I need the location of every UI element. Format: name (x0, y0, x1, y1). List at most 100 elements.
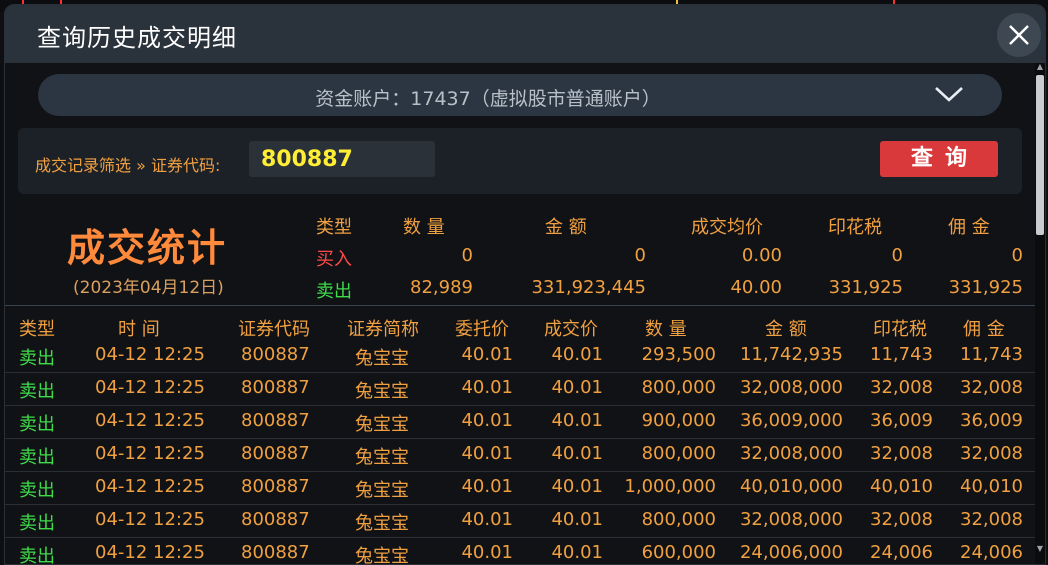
cell-deal-price: 40.01 (551, 509, 603, 530)
table-row[interactable]: 卖出 04-12 12:25 800887 兔宝宝 40.01 40.01 60… (5, 537, 1035, 565)
cell-order-price: 40.01 (461, 509, 513, 530)
column-header-deal-price: 成交价 (544, 319, 598, 340)
cell-fee: 40,010 (960, 476, 1023, 497)
column-header-time: 时 间 (118, 319, 160, 340)
cell-name: 兔宝宝 (355, 546, 409, 565)
cell-name: 兔宝宝 (355, 480, 409, 501)
cell-type: 卖出 (19, 414, 55, 435)
table-row[interactable]: 卖出 04-12 12:25 800887 兔宝宝 40.01 40.01 80… (5, 504, 1035, 538)
column-header-type: 类型 (19, 319, 55, 340)
cell-fee: 32,008 (960, 377, 1023, 398)
cell-tax: 32,008 (870, 509, 933, 530)
section-divider (5, 305, 1035, 306)
cell-name: 兔宝宝 (355, 447, 409, 468)
cell-qty: 800,000 (641, 443, 716, 464)
cell-qty: 800,000 (641, 377, 716, 398)
stats-sell-fee: 331,925 (948, 277, 1023, 298)
cell-time: 04-12 12:25 (95, 509, 205, 530)
cell-code: 800887 (241, 509, 310, 530)
cell-qty: 800,000 (641, 509, 716, 530)
cell-order-price: 40.01 (461, 443, 513, 464)
cell-order-price: 40.01 (461, 410, 513, 431)
cell-amount: 32,008,000 (739, 377, 843, 398)
cell-name: 兔宝宝 (355, 348, 409, 369)
cell-time: 04-12 12:25 (95, 542, 205, 563)
cell-deal-price: 40.01 (551, 542, 603, 563)
account-select-value: 资金账户：17437（虚拟股市普通账户） (315, 88, 661, 110)
cell-tax: 36,009 (870, 410, 933, 431)
cell-name: 兔宝宝 (355, 414, 409, 435)
stats-sell-type: 卖出 (316, 281, 352, 302)
cell-tax: 40,010 (870, 476, 933, 497)
stats-sell-avg: 40.00 (730, 277, 782, 298)
column-header-qty: 数 量 (645, 319, 687, 340)
cell-code: 800887 (241, 476, 310, 497)
scroll-up-arrow-icon[interactable]: ▲ (1036, 63, 1044, 71)
table-row[interactable]: 卖出 04-12 12:25 800887 兔宝宝 40.01 40.01 90… (5, 405, 1035, 439)
scroll-down-arrow-icon[interactable]: ▼ (1036, 545, 1044, 553)
stats-buy-qty: 0 (461, 245, 473, 266)
column-header-order-price: 委托价 (455, 319, 509, 340)
column-header-amount: 金 额 (765, 319, 807, 340)
cell-order-price: 40.01 (461, 377, 513, 398)
cell-time: 04-12 12:25 (95, 344, 205, 365)
cell-fee: 11,743 (960, 344, 1023, 365)
cell-fee: 24,006 (960, 542, 1023, 563)
cell-qty: 900,000 (641, 410, 716, 431)
cell-name: 兔宝宝 (355, 381, 409, 402)
filter-label: 成交记录筛选 » 证券代码: (35, 156, 221, 175)
cell-deal-price: 40.01 (551, 377, 603, 398)
cell-amount: 32,008,000 (739, 443, 843, 464)
cell-tax: 24,006 (870, 542, 933, 563)
cell-type: 卖出 (19, 381, 55, 402)
cell-fee: 32,008 (960, 443, 1023, 464)
column-header-name: 证券简称 (347, 319, 419, 340)
close-button[interactable] (997, 13, 1041, 57)
scrollbar-thumb[interactable] (1036, 75, 1044, 235)
cell-fee: 32,008 (960, 509, 1023, 530)
cell-name: 兔宝宝 (355, 513, 409, 534)
stats-buy-fee: 0 (1011, 245, 1023, 266)
stats-buy-tax: 0 (891, 245, 903, 266)
cell-code: 800887 (241, 344, 310, 365)
table-row[interactable]: 卖出 04-12 12:25 800887 兔宝宝 40.01 40.01 29… (5, 339, 1035, 373)
column-header-fee: 佣 金 (963, 319, 1005, 340)
cell-order-price: 40.01 (461, 542, 513, 563)
cell-code: 800887 (241, 443, 310, 464)
stats-buy-amount: 0 (634, 245, 646, 266)
cell-type: 卖出 (19, 480, 55, 501)
cell-deal-price: 40.01 (551, 476, 603, 497)
cell-qty: 293,500 (641, 344, 716, 365)
stats-sell-tax: 331,925 (828, 277, 903, 298)
account-select[interactable]: 资金账户：17437（虚拟股市普通账户） (38, 74, 1002, 116)
cell-type: 卖出 (19, 447, 55, 468)
table-row[interactable]: 卖出 04-12 12:25 800887 兔宝宝 40.01 40.01 1,… (5, 471, 1035, 505)
stats-sell-amount: 331,923,445 (531, 277, 646, 298)
cell-qty: 1,000,000 (624, 476, 716, 497)
security-code-input[interactable] (249, 141, 435, 177)
close-icon (1009, 25, 1029, 45)
cell-time: 04-12 12:25 (95, 476, 205, 497)
dialog-titlebar: 查询历史成交明细 (5, 5, 1045, 63)
stats-header-fee: 佣 金 (948, 217, 990, 238)
cell-amount: 24,006,000 (739, 542, 843, 563)
cell-order-price: 40.01 (461, 476, 513, 497)
chevron-down-icon (935, 87, 963, 102)
cell-time: 04-12 12:25 (95, 377, 205, 398)
cell-time: 04-12 12:25 (95, 443, 205, 464)
cell-type: 卖出 (19, 513, 55, 534)
cell-code: 800887 (241, 542, 310, 563)
cell-order-price: 40.01 (461, 344, 513, 365)
stats-date: (2023年04月12日) (73, 278, 224, 298)
stats-header-amount: 金 额 (545, 217, 587, 238)
table-row[interactable]: 卖出 04-12 12:25 800887 兔宝宝 40.01 40.01 80… (5, 372, 1035, 406)
query-button[interactable]: 查询 (880, 141, 998, 177)
stats-header-tax: 印花税 (828, 217, 882, 238)
filter-panel: 成交记录筛选 » 证券代码: 查询 (18, 128, 1022, 194)
cell-fee: 36,009 (960, 410, 1023, 431)
table-row[interactable]: 卖出 04-12 12:25 800887 兔宝宝 40.01 40.01 80… (5, 438, 1035, 472)
column-header-tax: 印花税 (873, 319, 927, 340)
cell-time: 04-12 12:25 (95, 410, 205, 431)
table-header: 类型 时 间 证券代码 证券简称 委托价 成交价 数 量 金 额 印花税 佣 金 (5, 309, 1035, 343)
stats-sell-qty: 82,989 (410, 277, 473, 298)
